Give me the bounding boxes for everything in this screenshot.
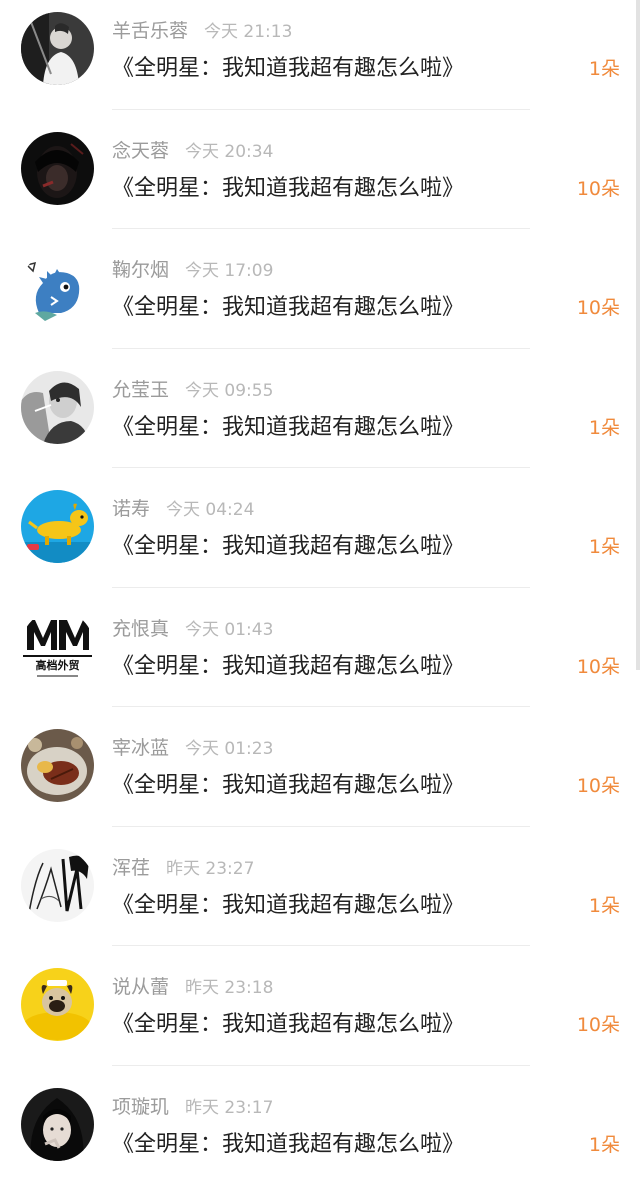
list-item[interactable]: 说从蕾昨天 23:18 《全明星：我知道我超有趣怎么啦》 10朵 [0,956,640,1076]
flower-count: 10朵 [577,173,620,205]
divider [112,945,530,946]
timestamp: 昨天 23:27 [166,859,254,879]
user-avatar[interactable] [21,968,94,1041]
flower-count: 10朵 [577,1009,620,1041]
divider [112,348,530,349]
timestamp: 今天 21:13 [204,22,292,42]
avatar-logo-mm: 高档外贸 [21,610,94,683]
list-item[interactable]: 念天蓉今天 20:34 《全明星：我知道我超有趣怎么啦》 10朵 [0,120,640,240]
flower-count: 1朵 [589,890,620,922]
user-avatar[interactable] [21,12,94,85]
show-title: 《全明星：我知道我超有趣怎么啦》 [112,51,464,87]
username[interactable]: 充恨真 [112,618,169,640]
username[interactable]: 羊舌乐蓉 [112,20,188,42]
row-meta: 说从蕾昨天 23:18 [112,972,273,1002]
list-item[interactable]: 高档外贸 充恨真今天 01:43 《全明星：我知道我超有趣怎么啦》 10朵 [0,598,640,718]
row-meta: 诺寿今天 04:24 [112,494,254,524]
user-avatar[interactable] [21,849,94,922]
user-avatar[interactable] [21,729,94,802]
divider [112,1065,530,1066]
list-item[interactable]: 项璇玑昨天 23:17 《全明星：我知道我超有趣怎么啦》 1朵 [0,1076,640,1195]
row-meta: 允莹玉今天 09:55 [112,375,273,405]
show-title: 《全明星：我知道我超有趣怎么啦》 [112,410,464,446]
username[interactable]: 宰冰蓝 [112,737,169,759]
timestamp: 昨天 23:17 [185,1098,273,1118]
flower-count: 10朵 [577,292,620,324]
list-item[interactable]: 鞠尔烟今天 17:09 《全明星：我知道我超有趣怎么啦》 10朵 [0,239,640,359]
divider [112,228,530,229]
user-avatar[interactable] [21,371,94,444]
user-avatar[interactable] [21,132,94,205]
avatar-cartoon-dog [21,490,94,563]
timestamp: 今天 01:43 [185,620,273,640]
divider [112,826,530,827]
scrollbar-thumb[interactable] [636,0,640,670]
flower-count: 1朵 [589,53,620,85]
show-title: 《全明星：我知道我超有趣怎么啦》 [112,1127,464,1163]
row-meta: 充恨真今天 01:43 [112,614,273,644]
flower-count: 1朵 [589,531,620,563]
list-item[interactable]: 浑荏昨天 23:27 《全明星：我知道我超有趣怎么啦》 1朵 [0,837,640,957]
show-title: 《全明星：我知道我超有趣怎么啦》 [112,1007,464,1043]
timestamp: 今天 09:55 [185,381,273,401]
username[interactable]: 项璇玑 [112,1096,169,1118]
show-title: 《全明星：我知道我超有趣怎么啦》 [112,171,464,207]
timestamp: 今天 01:23 [185,739,273,759]
timestamp: 今天 17:09 [185,261,273,281]
avatar-photo-woman [21,371,94,444]
list-item[interactable]: 诺寿今天 04:24 《全明星：我知道我超有趣怎么啦》 1朵 [0,478,640,598]
list-item[interactable]: 宰冰蓝今天 01:23 《全明星：我知道我超有趣怎么啦》 10朵 [0,717,640,837]
timestamp: 今天 20:34 [185,142,273,162]
show-title: 《全明星：我知道我超有趣怎么啦》 [112,649,464,685]
divider [112,467,530,468]
timestamp: 昨天 23:18 [185,978,273,998]
avatar-photo-girl [21,1088,94,1161]
show-title: 《全明星：我知道我超有趣怎么啦》 [112,768,464,804]
gift-list: 羊舌乐蓉今天 21:13 《全明星：我知道我超有趣怎么啦》 1朵 念天蓉今天 2… [0,0,640,1195]
avatar-logo-text: 高档外贸 [36,658,80,672]
avatar-cartoon-dinosaur [21,251,94,324]
user-avatar[interactable] [21,251,94,324]
username[interactable]: 诺寿 [112,498,150,520]
user-avatar[interactable]: 高档外贸 [21,610,94,683]
row-meta: 鞠尔烟今天 17:09 [112,255,273,285]
show-title: 《全明星：我知道我超有趣怎么啦》 [112,888,464,924]
username[interactable]: 鞠尔烟 [112,259,169,281]
flower-count: 10朵 [577,651,620,683]
divider [112,109,530,110]
flower-count: 10朵 [577,770,620,802]
flower-count: 1朵 [589,412,620,444]
username[interactable]: 浑荏 [112,857,150,879]
user-avatar[interactable] [21,1088,94,1161]
list-item[interactable]: 羊舌乐蓉今天 21:13 《全明星：我知道我超有趣怎么啦》 1朵 [0,0,640,120]
row-meta: 羊舌乐蓉今天 21:13 [112,16,292,46]
row-meta: 浑荏昨天 23:27 [112,853,254,883]
show-title: 《全明星：我知道我超有趣怎么啦》 [112,290,464,326]
divider [112,587,530,588]
flower-count: 1朵 [589,1129,620,1161]
username[interactable]: 说从蕾 [112,976,169,998]
avatar-photo-dark [21,132,94,205]
row-meta: 宰冰蓝今天 01:23 [112,733,273,763]
row-meta: 念天蓉今天 20:34 [112,136,273,166]
user-avatar[interactable] [21,490,94,563]
timestamp: 今天 04:24 [166,500,254,520]
scrollbar[interactable] [636,0,640,1180]
username[interactable]: 允莹玉 [112,379,169,401]
avatar-photo-pug [21,968,94,1041]
avatar-photo-food [21,729,94,802]
username[interactable]: 念天蓉 [112,140,169,162]
divider [112,706,530,707]
show-title: 《全明星：我知道我超有趣怎么啦》 [112,529,464,565]
avatar-photo-man [21,12,94,85]
list-item[interactable]: 允莹玉今天 09:55 《全明星：我知道我超有趣怎么啦》 1朵 [0,359,640,479]
avatar-sketch [21,849,94,922]
row-meta: 项璇玑昨天 23:17 [112,1092,273,1122]
